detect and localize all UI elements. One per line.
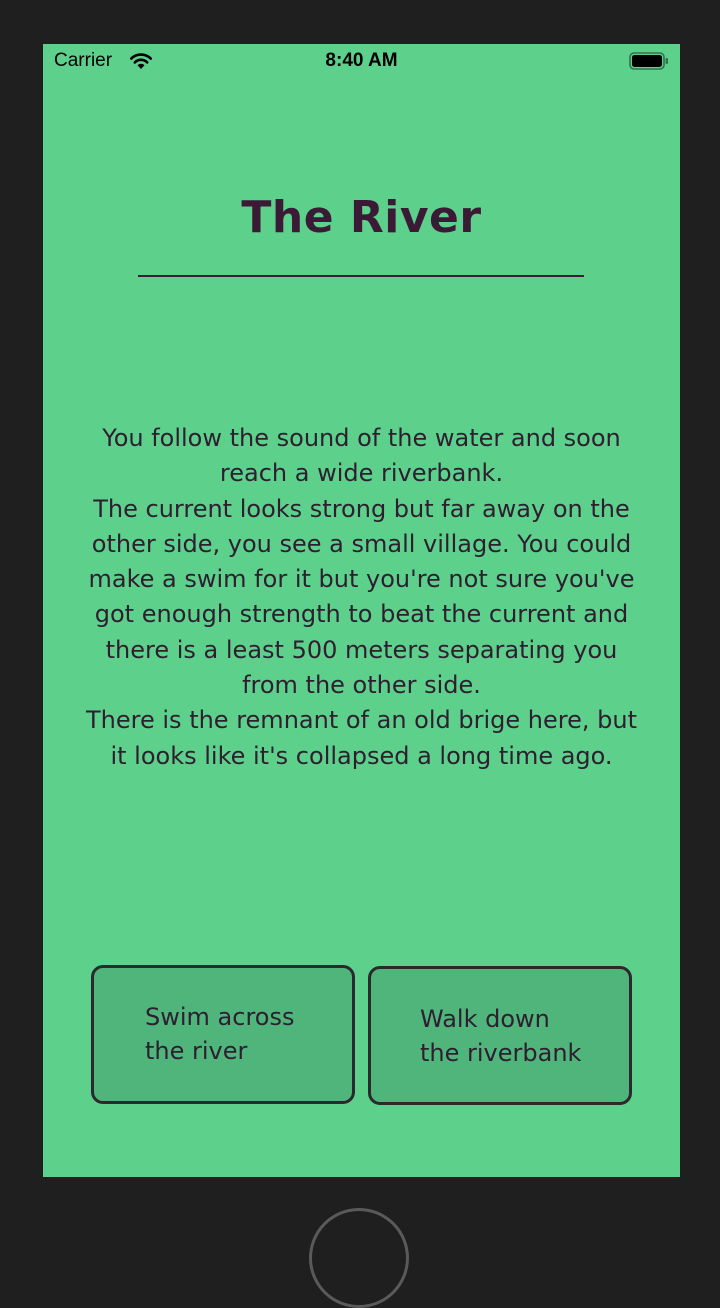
battery-icon	[629, 52, 668, 70]
swim-across-label: Swim across the river	[145, 1003, 295, 1065]
title-underline	[138, 275, 584, 277]
page-title: The River	[241, 192, 482, 243]
home-button[interactable]	[309, 1208, 409, 1308]
swim-across-button[interactable]: Swim across the river	[91, 965, 355, 1104]
walk-down-button[interactable]: Walk down the riverbank	[368, 966, 632, 1105]
story-text: You follow the sound of the water and so…	[86, 424, 637, 770]
device-frame: Carrier 8:40 AM The River You follow the…	[0, 0, 720, 1308]
status-bar: Carrier 8:40 AM	[43, 44, 680, 78]
app-screen: Carrier 8:40 AM The River You follow the…	[43, 44, 680, 1177]
status-time: 8:40 AM	[325, 50, 398, 71]
walk-down-label: Walk down the riverbank	[420, 1005, 582, 1067]
